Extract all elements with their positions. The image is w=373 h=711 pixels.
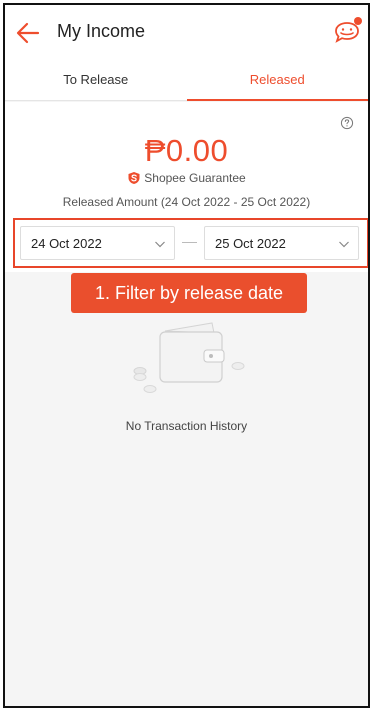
date-range-separator xyxy=(182,242,197,243)
empty-state-message: No Transaction History xyxy=(125,419,248,433)
end-date-picker[interactable]: 25 Oct 2022 xyxy=(204,226,359,260)
chevron-down-icon xyxy=(155,241,165,248)
date-filter: 24 Oct 2022 25 Oct 2022 xyxy=(13,218,368,268)
arrow-left-icon xyxy=(16,22,40,44)
tab-bar: To Release Released xyxy=(5,61,368,101)
guarantee-label: Shopee Guarantee xyxy=(144,171,246,185)
help-icon[interactable] xyxy=(340,116,354,130)
start-date-picker[interactable]: 24 Oct 2022 xyxy=(20,226,175,260)
annotation-callout: 1. Filter by release date xyxy=(71,273,307,313)
tab-released[interactable]: Released xyxy=(186,61,369,101)
end-date-value: 25 Oct 2022 xyxy=(215,236,286,251)
back-button[interactable] xyxy=(13,18,43,48)
released-amount-label: Released Amount (24 Oct 2022 - 25 Oct 20… xyxy=(62,195,311,209)
tab-to-release[interactable]: To Release xyxy=(5,61,187,100)
shopee-guarantee[interactable]: Shopee Guarantee xyxy=(5,171,368,185)
empty-wallet-icon xyxy=(133,322,245,393)
app-frame: My Income To Release Released ₱0.00 Shop… xyxy=(3,3,370,708)
shield-icon xyxy=(128,172,140,184)
start-date-value: 24 Oct 2022 xyxy=(31,236,102,251)
chevron-down-icon xyxy=(339,241,349,248)
header: My Income xyxy=(5,5,368,61)
page-title: My Income xyxy=(57,21,146,41)
released-amount-value: ₱0.00 xyxy=(144,133,229,168)
notification-dot xyxy=(354,17,362,25)
